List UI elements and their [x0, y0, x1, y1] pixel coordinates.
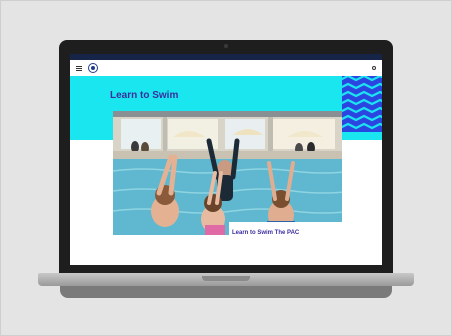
card-caption[interactable]: Learn to Swim The PAC — [232, 230, 299, 236]
laptop-notch — [202, 276, 250, 281]
laptop-lid: Learn to Swim Learn to Swim The PAC — [59, 40, 393, 273]
logo-icon[interactable] — [88, 63, 98, 73]
search-icon[interactable] — [372, 66, 376, 70]
webcam-icon — [224, 44, 228, 48]
menu-icon[interactable] — [76, 65, 82, 71]
laptop-base-lip — [60, 286, 392, 298]
decorative-wave-pattern — [342, 76, 382, 132]
site-navbar — [70, 60, 382, 76]
page-title: Learn to Swim — [110, 90, 179, 101]
main-nav — [329, 66, 376, 70]
laptop-screen: Learn to Swim Learn to Swim The PAC — [70, 54, 382, 265]
swim-class-photo — [113, 111, 342, 235]
